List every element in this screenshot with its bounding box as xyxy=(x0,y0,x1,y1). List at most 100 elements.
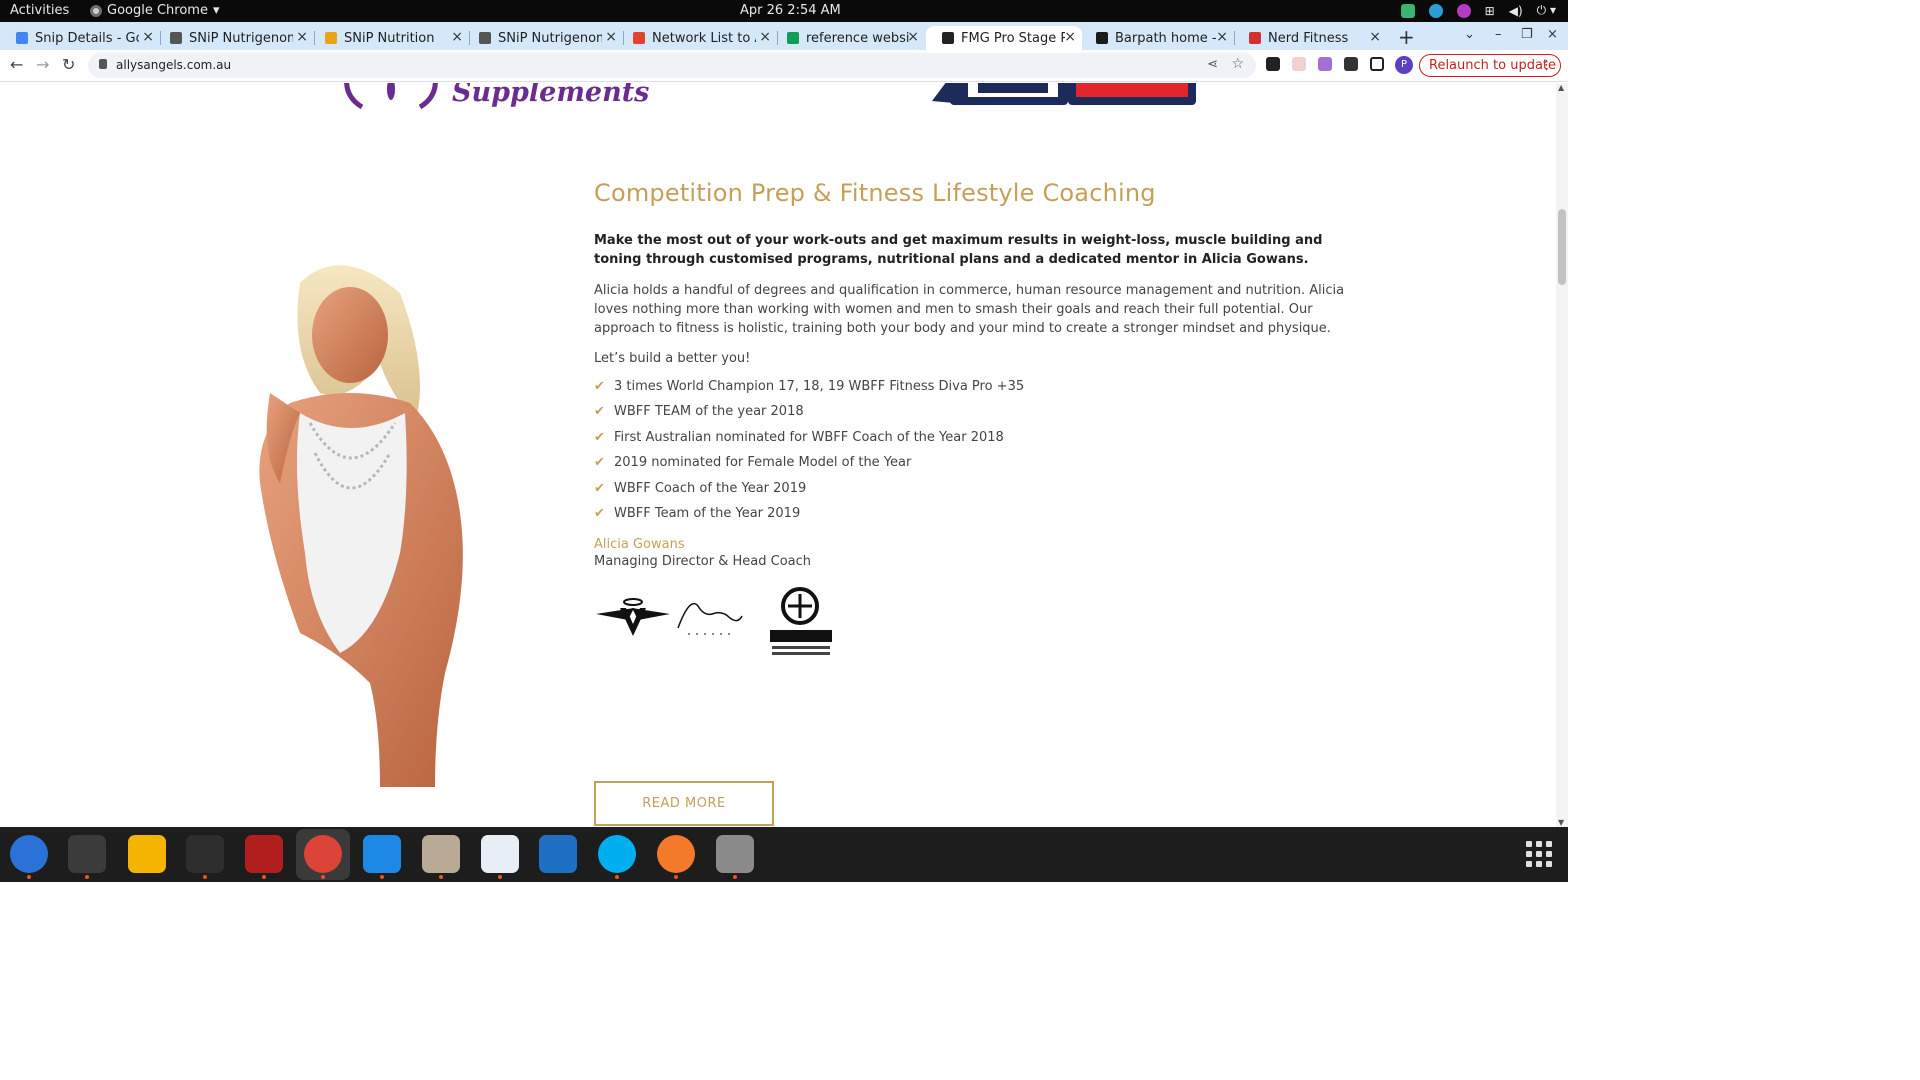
close-icon[interactable]: × xyxy=(142,29,154,45)
tab-strip: Snip Details - Goo × SNiP Nutrigenomi × … xyxy=(0,22,1568,50)
app-menu[interactable]: Google Chrome ▾ xyxy=(90,3,220,18)
lock-icon[interactable] xyxy=(99,59,107,69)
volume-icon[interactable]: ◀) xyxy=(1509,4,1523,18)
tray-extension-icon[interactable] xyxy=(1456,3,1471,18)
calendar-extension-icon[interactable] xyxy=(1292,57,1306,71)
tab-title: Network List to Ac xyxy=(652,30,756,46)
tab-title: Nerd Fitness xyxy=(1268,30,1349,46)
running-indicator xyxy=(439,875,443,879)
activities-button[interactable]: Activities xyxy=(10,3,69,18)
allys-angels-logo xyxy=(596,598,743,637)
share-icon[interactable]: ⋖ xyxy=(1207,57,1218,72)
tab-favicon-icon xyxy=(325,32,337,44)
running-indicator xyxy=(674,875,678,879)
minimize-icon[interactable]: – xyxy=(1495,27,1502,42)
thunderbird-icon[interactable] xyxy=(10,835,48,879)
restore-icon[interactable]: ❐ xyxy=(1521,27,1533,42)
tab-favicon-icon xyxy=(1096,32,1108,44)
tab[interactable]: SNiP Nutrigenomi × xyxy=(463,26,624,50)
clock[interactable]: Apr 26 2:54 AM xyxy=(740,3,841,18)
reload-icon[interactable]: ↻ xyxy=(62,55,75,74)
taskbar-dock xyxy=(0,827,1568,882)
achievements-list: ✔ 3 times World Champion 17, 18, 19 WBFF … xyxy=(594,379,1354,531)
show-applications-icon[interactable] xyxy=(1526,841,1552,867)
terminal-icon[interactable] xyxy=(68,835,106,879)
achievement-text: WBFF Team of the Year 2019 xyxy=(614,505,801,521)
new-tab-button[interactable]: + xyxy=(1398,25,1415,49)
running-indicator xyxy=(27,875,31,879)
browser-toolbar: ← → ↻ allysangels.com.au ⋖ ☆ P Relaunch … xyxy=(0,50,1568,82)
close-icon[interactable]: × xyxy=(296,29,308,45)
chrome-icon[interactable] xyxy=(304,835,342,879)
profile-avatar[interactable]: P xyxy=(1395,56,1413,74)
supplements-logo: Supplements xyxy=(340,83,649,117)
tab-favicon-icon xyxy=(479,32,491,44)
forward-icon[interactable]: → xyxy=(36,55,49,74)
window-close-icon[interactable]: × xyxy=(1547,27,1558,42)
tab-favicon-icon xyxy=(787,32,799,44)
libreoffice-writer-icon[interactable] xyxy=(539,835,577,873)
tab[interactable]: SNiP Nutrigenomi × xyxy=(154,26,315,50)
page-scrollbar[interactable]: ▲ ▼ xyxy=(1556,83,1568,827)
running-indicator xyxy=(380,875,384,879)
close-icon[interactable]: × xyxy=(451,29,463,45)
side-panel-icon[interactable] xyxy=(1370,57,1384,71)
running-indicator xyxy=(85,875,89,879)
tab-active[interactable]: FMG Pro Stage Po × xyxy=(926,26,1082,50)
bookmark-star-icon[interactable]: ☆ xyxy=(1231,56,1244,72)
relaunch-to-update-button[interactable]: Relaunch to update ⋮ xyxy=(1419,54,1561,77)
tab-title: SNiP Nutrigenomi xyxy=(189,30,293,46)
tab-title: Snip Details - Goo xyxy=(35,30,139,46)
checkmark-icon: ✔ xyxy=(594,429,605,445)
pen-extension-icon[interactable] xyxy=(1318,57,1332,71)
partner-logos xyxy=(594,586,1354,662)
tab[interactable]: SNiP Nutrition × xyxy=(309,26,470,50)
system-tray[interactable]: ⊞ ◀) ⏻ ▾ xyxy=(1400,3,1556,18)
scroll-down-icon[interactable]: ▼ xyxy=(1558,818,1564,827)
tab[interactable]: Barpath home - Ba × xyxy=(1080,26,1235,50)
list-item: ✔ First Australian nominated for WBFF Coa… xyxy=(594,430,1354,455)
tab[interactable]: Nerd Fitness × xyxy=(1233,26,1387,50)
running-indicator xyxy=(203,875,207,879)
close-icon[interactable]: × xyxy=(1369,29,1381,45)
list-item: ✔ WBFF Team of the Year 2019 xyxy=(594,506,1354,531)
read-more-button[interactable]: READ MORE xyxy=(594,781,774,826)
scrollbar-thumb[interactable] xyxy=(1558,209,1566,285)
tab[interactable]: Network List to Ac × xyxy=(617,26,778,50)
more-menu-icon[interactable]: ⋮ xyxy=(1540,55,1553,76)
checkmark-icon: ✔ xyxy=(594,379,605,394)
tab[interactable]: Snip Details - Goo × xyxy=(0,26,161,50)
achievement-text: 3 times World Champion 17, 18, 19 WBFF F… xyxy=(614,379,1025,394)
eyedropper-extension-icon[interactable] xyxy=(1266,57,1280,71)
tab[interactable]: reference website × xyxy=(771,26,925,50)
address-bar[interactable]: allysangels.com.au ⋖ ☆ xyxy=(88,53,1256,78)
tray-sync-icon[interactable] xyxy=(1428,3,1443,18)
files-icon[interactable] xyxy=(422,835,460,879)
skype-icon[interactable] xyxy=(598,835,636,879)
scroll-up-icon[interactable]: ▲ xyxy=(1558,83,1564,92)
text-editor-icon[interactable] xyxy=(481,835,519,879)
back-icon[interactable]: ← xyxy=(10,55,23,74)
url-text[interactable]: allysangels.com.au xyxy=(116,58,231,72)
puzzle-extensions-icon[interactable] xyxy=(1344,57,1358,71)
disks-icon[interactable] xyxy=(716,835,754,879)
tab-favicon-icon xyxy=(942,32,954,44)
close-icon[interactable]: × xyxy=(907,29,919,45)
tray-app-icon[interactable] xyxy=(1400,3,1415,18)
list-item: ✔ 3 times World Champion 17, 18, 19 WBFF … xyxy=(594,379,1354,404)
vscode-icon[interactable] xyxy=(363,835,401,879)
close-icon[interactable]: × xyxy=(1064,29,1076,45)
network-icon[interactable]: ⊞ xyxy=(1485,4,1495,18)
system-monitor-icon[interactable] xyxy=(186,835,224,879)
filezilla-icon[interactable] xyxy=(245,835,283,879)
close-icon[interactable]: × xyxy=(759,29,771,45)
close-icon[interactable]: × xyxy=(1216,29,1228,45)
close-icon[interactable]: × xyxy=(605,29,617,45)
tab-search-icon[interactable]: ⌄ xyxy=(1464,27,1475,42)
power-icon[interactable]: ⏻ ▾ xyxy=(1537,3,1556,18)
blender-icon[interactable] xyxy=(657,835,695,879)
supplements-emblem-icon xyxy=(344,83,438,110)
tab-title: FMG Pro Stage Po xyxy=(961,30,1065,46)
list-item: ✔ 2019 nominated for Female Model of the … xyxy=(594,455,1354,480)
calculator-icon[interactable] xyxy=(128,835,166,873)
